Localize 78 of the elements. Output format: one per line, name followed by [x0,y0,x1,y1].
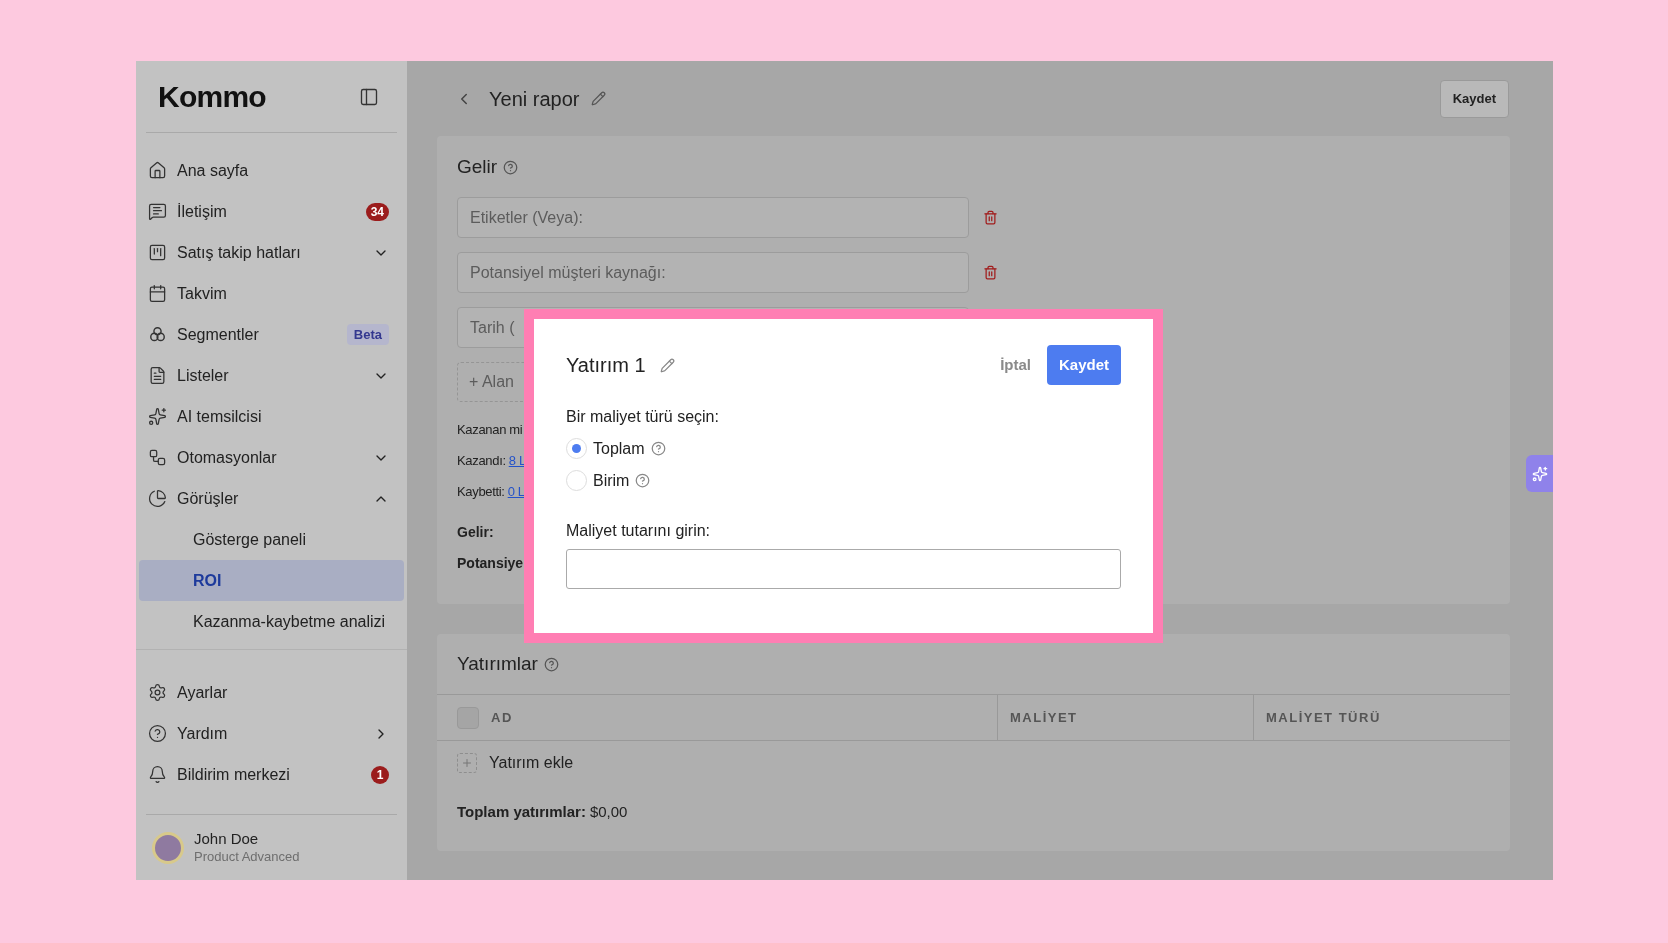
pencil-icon[interactable] [591,91,607,106]
add-row-link[interactable]: Yatırım ekle [489,751,574,775]
sparkles-icon [1531,465,1548,482]
save-button[interactable]: Kaydet [1046,345,1121,385]
amount-label: Maliyet tutarını girin: [566,521,712,541]
submenu-item[interactable]: Gösterge paneli [139,519,404,560]
settings-icon [148,683,167,702]
section-title: Gelir [457,154,498,179]
sidebar-item[interactable]: Ayarlar [136,672,407,713]
pie-chart-icon [148,489,167,508]
column-header: AD [491,708,513,727]
sidebar-item[interactable]: Ana sayfa [136,150,407,191]
help-icon[interactable] [650,441,666,456]
column-header: MALİYET [1010,708,1078,727]
workflow-icon [148,448,167,467]
sidebar-item[interactable]: Yardım [136,713,407,754]
sidebar-item[interactable]: Görüşler [136,478,407,519]
cost-type-label: Bir maliyet türü seçin: [566,407,720,427]
stat-label: Kazanan mi [457,421,523,440]
help-icon[interactable] [543,656,559,672]
avatar[interactable] [152,831,184,864]
trash-icon[interactable] [983,265,998,280]
option-label: Birim [593,470,630,491]
submenu-item[interactable]: ROI [139,560,404,601]
item-label: Bildirim merkezi [177,764,291,785]
item-label: Takvim [177,283,228,304]
pencil-icon[interactable] [659,357,675,373]
item-label: Ana sayfa [177,160,250,181]
chat-icon [148,202,167,221]
report-title: Yeni rapor [489,86,580,112]
sidebar-item[interactable]: AI temsilcisi [136,396,407,437]
stat-label: Kaybetti: [457,483,505,502]
total-label: Gelir: [457,523,494,541]
item-label: Görüşler [177,488,240,509]
user-plan: Product Advanced [194,848,300,865]
item-label: Ayarlar [177,682,229,703]
home-icon [148,161,167,180]
circles-icon [148,325,167,344]
item-label: Listeler [177,365,230,386]
help-icon[interactable] [635,473,651,488]
bell-icon [148,765,167,784]
trash-icon[interactable] [983,210,998,225]
panel-toggle-icon[interactable] [359,86,379,107]
column-header: MALİYET TÜRÜ [1266,708,1381,727]
board-icon [148,243,167,262]
count-badge: 1 [371,765,389,784]
ai-button[interactable] [1526,455,1553,492]
stat-label: Kazandı: [457,452,506,471]
item-label: Yardım [177,723,229,744]
amount-field[interactable] [566,549,1121,589]
sidebar-item[interactable]: Listeler [136,355,407,396]
beta-tag: Beta [346,323,389,346]
submenu-item[interactable]: Kazanma-kaybetme analizi [139,601,404,642]
sidebar-item[interactable]: Segmentler Beta [136,314,407,355]
total-value: $0,00 [589,802,628,822]
option-label: Toplam [593,438,645,459]
logo: Kommo [158,79,266,115]
help-icon[interactable] [503,159,519,175]
sidebar-item[interactable]: Takvim [136,273,407,314]
item-label: Otomasyonlar [177,447,278,468]
sidebar-item[interactable]: Otomasyonlar [136,437,407,478]
total-label: Toplam yatırımlar: [457,802,586,822]
user-name: John Doe [194,830,260,849]
sidebar-item[interactable]: Bildirim merkezi 1 [136,754,407,795]
sidebar-item[interactable]: İletişim 34 [136,191,407,232]
item-label: Satış takip hatları [177,242,302,263]
document-icon [148,366,167,385]
total-label: Potansiye [457,554,524,572]
count-badge: 34 [365,202,389,221]
sparkles-icon [148,407,167,426]
item-label: İletişim [177,201,228,222]
section-title: Yatırımlar [457,651,538,676]
item-label: Segmentler [177,324,260,345]
save-button[interactable]: Kaydet [1439,79,1509,118]
help-icon [148,724,167,743]
calendar-icon [148,284,167,303]
item-label: AI temsilcisi [177,406,263,427]
sidebar-item[interactable]: Satış takip hatları [136,232,407,273]
